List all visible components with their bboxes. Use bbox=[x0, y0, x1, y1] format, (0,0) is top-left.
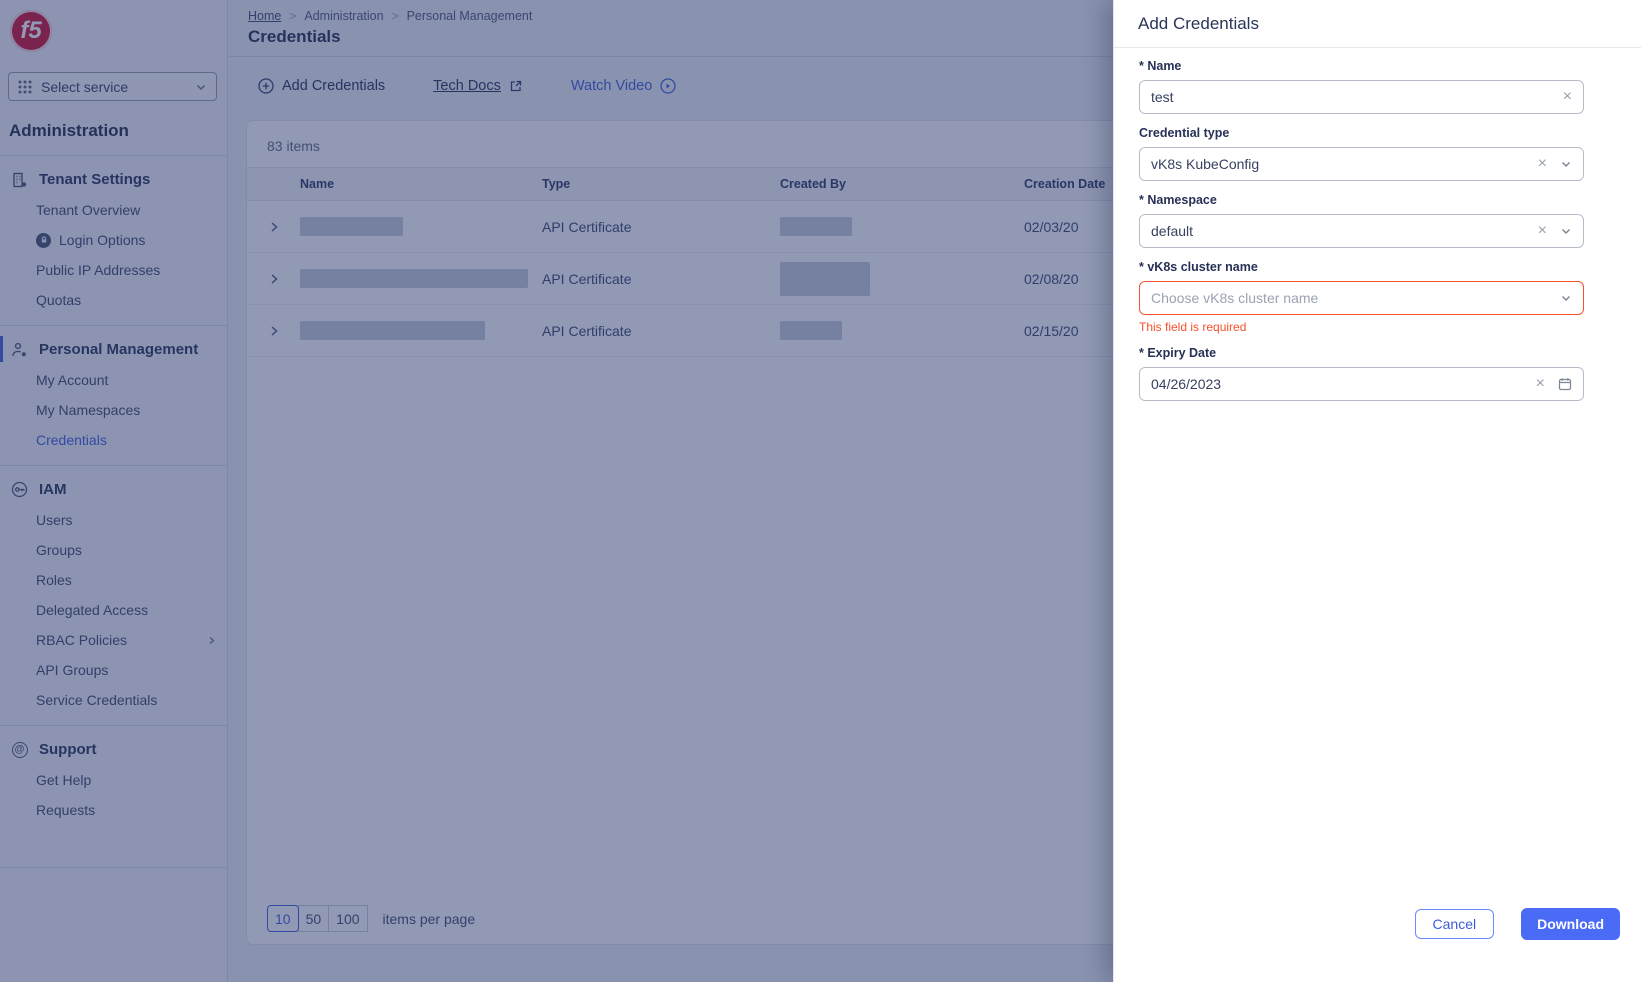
credential-type-label: Credential type bbox=[1139, 126, 1230, 140]
drawer-title: Add Credentials bbox=[1114, 0, 1641, 48]
modal-dim-overlay bbox=[0, 0, 1114, 982]
expiry-date-label: * Expiry Date bbox=[1139, 346, 1217, 360]
name-label: * Name bbox=[1139, 59, 1182, 73]
chevron-down-icon[interactable] bbox=[1560, 158, 1572, 170]
download-button[interactable]: Download bbox=[1521, 908, 1620, 940]
credential-type-field-group: Credential type vK8s KubeConfig × bbox=[1139, 126, 1584, 181]
namespace-select[interactable]: default × bbox=[1139, 214, 1584, 248]
namespace-label: * Namespace bbox=[1139, 193, 1217, 207]
clear-icon[interactable]: × bbox=[1536, 376, 1545, 392]
name-input[interactable] bbox=[1151, 89, 1519, 105]
expiry-date-field-group: * Expiry Date × bbox=[1139, 346, 1584, 401]
name-field-group: * Name × bbox=[1139, 59, 1584, 114]
cluster-name-label: * vK8s cluster name bbox=[1139, 260, 1258, 274]
credential-type-value: vK8s KubeConfig bbox=[1151, 156, 1260, 172]
chevron-down-icon[interactable] bbox=[1560, 225, 1572, 237]
clear-icon[interactable]: × bbox=[1538, 223, 1547, 239]
namespace-value: default bbox=[1151, 223, 1194, 239]
calendar-icon[interactable] bbox=[1558, 377, 1572, 391]
expiry-date-input[interactable] bbox=[1151, 376, 1519, 392]
chevron-down-icon[interactable] bbox=[1560, 292, 1572, 304]
credential-type-select[interactable]: vK8s KubeConfig × bbox=[1139, 147, 1584, 181]
cluster-name-placeholder: Choose vK8s cluster name bbox=[1151, 290, 1319, 306]
cancel-button[interactable]: Cancel bbox=[1414, 909, 1495, 939]
drawer-body: * Name × Credential type vK8s KubeConfig… bbox=[1114, 48, 1641, 401]
cluster-name-field-group: * vK8s cluster name Choose vK8s cluster … bbox=[1139, 260, 1584, 334]
clear-icon[interactable]: × bbox=[1538, 156, 1547, 172]
cluster-name-error: This field is required bbox=[1139, 320, 1247, 334]
add-credentials-drawer: Add Credentials * Name × Credential type… bbox=[1113, 0, 1641, 982]
expiry-date-input-wrap: × bbox=[1139, 367, 1584, 401]
drawer-footer: Cancel Download bbox=[1414, 908, 1620, 940]
namespace-field-group: * Namespace default × bbox=[1139, 193, 1584, 248]
clear-icon[interactable]: × bbox=[1563, 89, 1572, 105]
name-input-wrap: × bbox=[1139, 80, 1584, 114]
cluster-name-select[interactable]: Choose vK8s cluster name bbox=[1139, 281, 1584, 315]
